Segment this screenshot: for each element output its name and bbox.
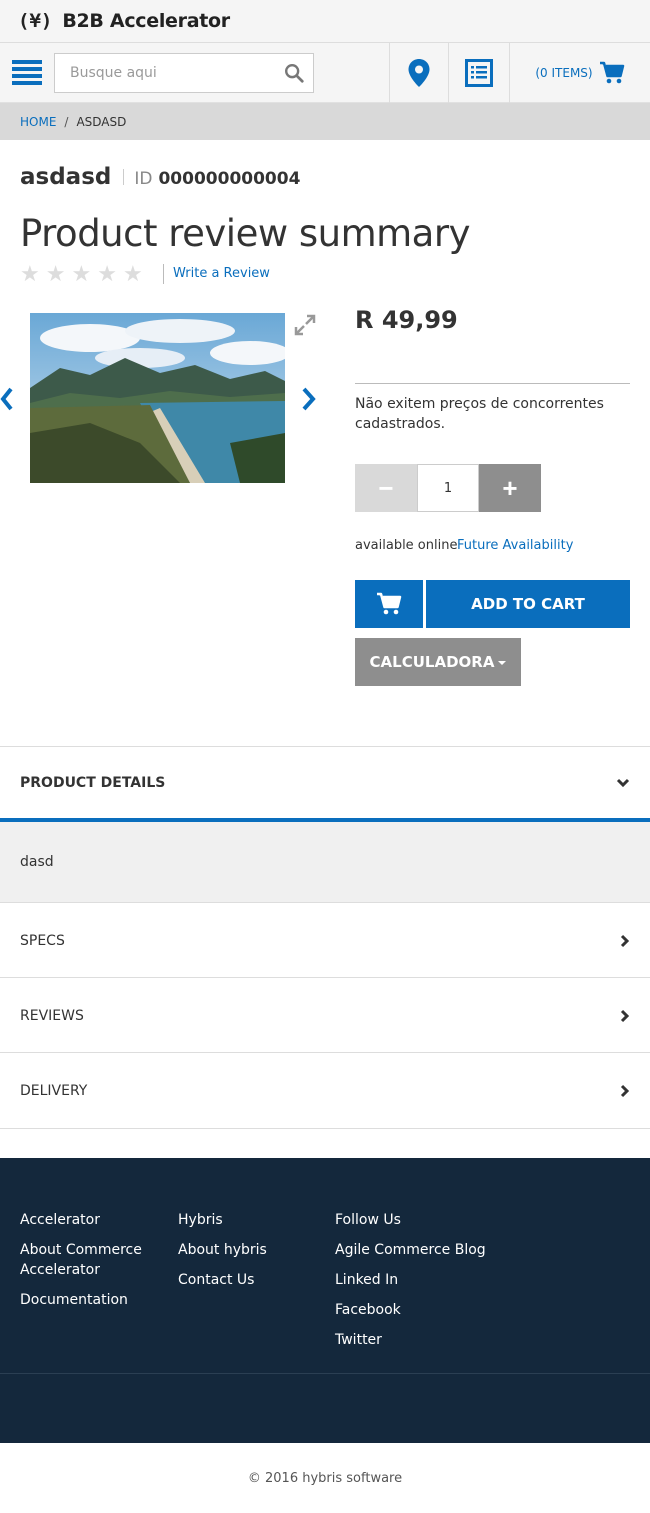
footer-divider [0,1373,650,1374]
product-details-content: dasd [0,822,650,902]
calculator-dropdown-button[interactable]: CALCULADORA [355,638,521,686]
accordion-product-details[interactable]: PRODUCT DETAILS [0,746,650,819]
product-photo [30,313,285,483]
chevron-right-icon [620,1009,630,1022]
star-icon: ★ [122,262,143,287]
accordion-delivery-label: DELIVERY [20,1082,88,1099]
chevron-right-icon [620,934,630,947]
footer-column-accelerator: Accelerator About Commerce Accelerator D… [20,1210,160,1320]
chevron-down-icon [616,778,630,788]
footer-column-hybris: Hybris About hybris Contact Us [178,1210,318,1300]
add-to-cart-icon-button[interactable] [355,580,423,628]
footer-link[interactable]: Follow Us [335,1210,535,1230]
product-name: asdasd [20,164,112,190]
accordion-delivery[interactable]: DELIVERY [0,1052,650,1129]
accordion-reviews-label: REVIEWS [20,1007,84,1024]
caret-down-icon [498,660,507,665]
footer-link[interactable]: Documentation [20,1290,160,1310]
quantity-stepper: − + [355,464,541,512]
star-icon: ★ [71,262,92,287]
footer-link[interactable]: Agile Commerce Blog [335,1240,535,1260]
brand-name[interactable]: B2B Accelerator [62,10,230,32]
chevron-left-icon[interactable] [0,386,14,412]
footer-column-follow: Follow Us Agile Commerce Blog Linked In … [335,1210,535,1360]
accordion-specs-label: SPECS [20,932,65,949]
product-id-label: ID [134,169,153,189]
footer-link[interactable]: About hybris [178,1240,318,1260]
price-divider [355,383,630,384]
chevron-right-icon [620,1084,630,1097]
star-icon: ★ [45,262,66,287]
menu-icon[interactable] [0,43,54,102]
mini-cart-button[interactable]: (0 ITEMS) [509,43,650,103]
cart-icon [599,61,624,84]
footer-link[interactable]: Twitter [335,1330,535,1350]
star-icon: ★ [20,262,40,287]
footer-link[interactable]: Facebook [335,1300,535,1320]
expand-icon[interactable] [292,312,318,338]
breadcrumb-current: ASDASD [76,114,127,129]
product-details-text: dasd [20,854,54,870]
store-finder-button[interactable] [389,43,448,103]
quantity-increase-button[interactable]: + [479,464,541,512]
location-pin-icon [408,59,430,87]
quantity-input[interactable] [417,464,479,512]
copyright: © 2016 hybris software [247,1470,403,1486]
add-to-cart-button[interactable]: ADD TO CART [426,580,630,628]
chevron-right-icon[interactable] [300,386,318,412]
breadcrumb-separator: / [64,114,69,129]
review-summary-title: Product review summary [20,212,470,255]
footer-link[interactable]: Hybris [178,1210,318,1230]
footer-link[interactable]: About Commerce Accelerator [20,1240,160,1280]
quantity-decrease-button[interactable]: − [355,464,417,512]
future-availability-link[interactable]: Future Availability [457,538,573,553]
accordion-product-details-label: PRODUCT DETAILS [20,775,166,791]
cart-icon [377,592,402,615]
main-navbar: (0 ITEMS) [0,43,650,103]
product-id: 000000000004 [158,169,301,189]
accordion-reviews[interactable]: REVIEWS [0,977,650,1053]
site-footer: Accelerator About Commerce Accelerator D… [0,1158,650,1443]
quick-order-button[interactable] [448,43,509,103]
search-input[interactable] [55,65,265,81]
footer-link[interactable]: Linked In [335,1270,535,1290]
accordion-specs[interactable]: SPECS [0,902,650,978]
competitor-prices-text: Não exitem preços de concorrentes cadast… [355,396,604,432]
calculator-label: CALCULADORA [369,653,495,671]
write-review-link[interactable]: Write a Review [173,266,270,281]
list-icon [465,59,493,87]
breadcrumb-home[interactable]: HOME [20,115,56,129]
product-header-divider [123,169,125,185]
star-icon: ★ [97,262,117,287]
review-divider [163,264,164,284]
footer-link[interactable]: Accelerator [20,1210,160,1230]
brand-bar: (¥) B2B Accelerator [0,0,650,43]
product-header: asdasd ID 000000000004 [20,164,300,190]
rating-stars: ★ ★ ★ ★ ★ [20,264,143,286]
cart-count: (0 ITEMS) [535,66,593,80]
breadcrumb: HOME / ASDASD [0,103,650,140]
product-price: R 49,99 [355,306,458,334]
product-image[interactable] [30,313,285,483]
search-box [54,53,314,93]
logo-icon[interactable]: (¥) [18,10,52,32]
footer-link[interactable]: Contact Us [178,1270,318,1290]
search-icon[interactable] [283,62,305,84]
availability-status: available online [355,538,458,553]
